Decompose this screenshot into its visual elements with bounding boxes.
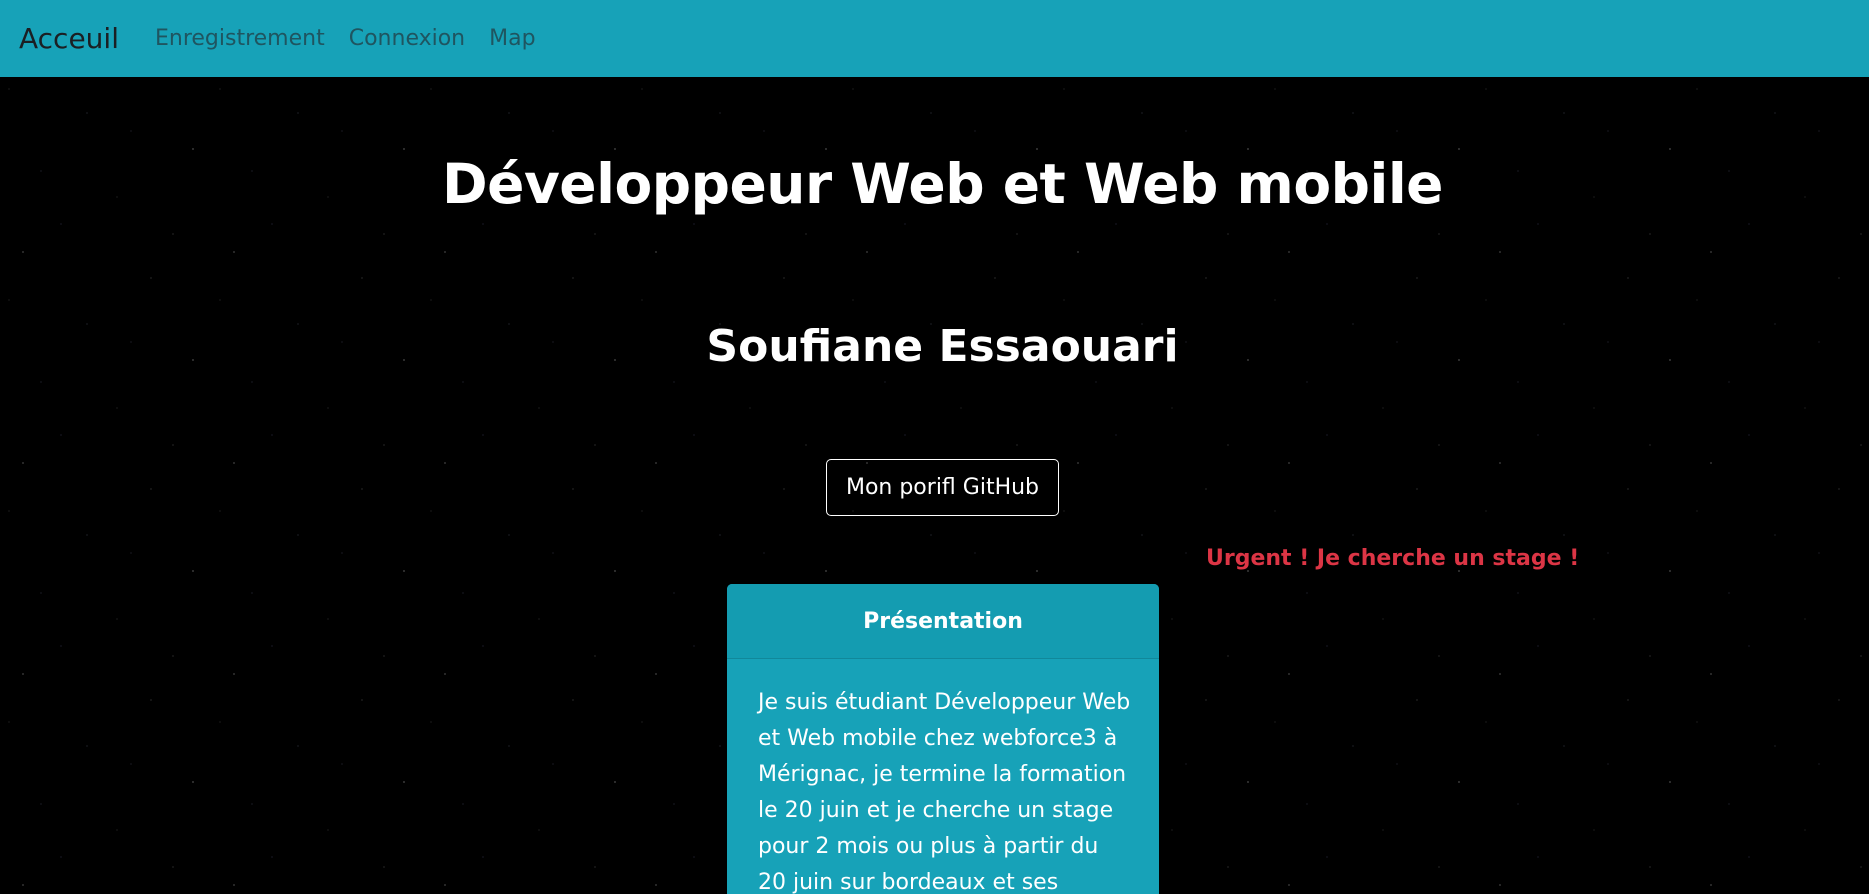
top-navbar: Acceuil Enregistrement Connexion Map	[0, 0, 1869, 77]
nav-link-enregistrement[interactable]: Enregistrement	[155, 26, 325, 51]
nav-brand-home[interactable]: Acceuil	[19, 22, 119, 55]
urgent-notice: Urgent ! Je cherche un stage !	[1206, 546, 1580, 571]
github-profile-button[interactable]: Mon porifl GitHub	[826, 459, 1059, 516]
presentation-card: Présentation Je suis étudiant Développeu…	[727, 584, 1159, 894]
presentation-card-body: Je suis étudiant Développeur Web et Web …	[758, 690, 1131, 894]
author-name: Soufiane Essaouari	[706, 321, 1179, 372]
nav-link-connexion[interactable]: Connexion	[349, 26, 465, 51]
presentation-card-header: Présentation	[727, 584, 1159, 659]
nav-link-map[interactable]: Map	[489, 26, 535, 51]
page-title: Développeur Web et Web mobile	[442, 152, 1444, 216]
